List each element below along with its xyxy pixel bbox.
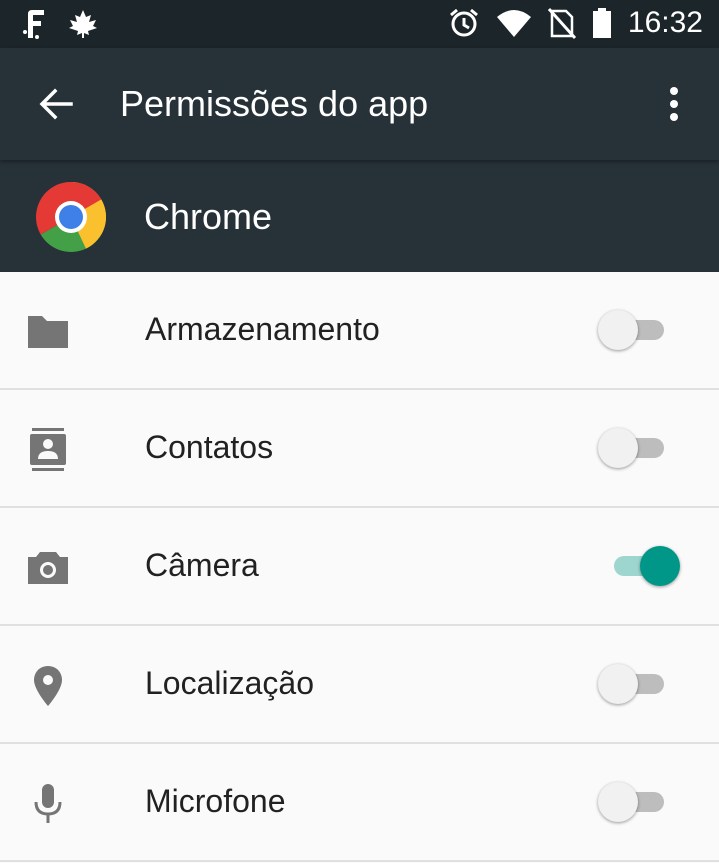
permission-label: Localização <box>145 665 314 701</box>
permission-toggle[interactable] <box>598 782 682 822</box>
system-icons: 16:32 <box>448 6 703 40</box>
toggle-thumb <box>598 782 638 822</box>
app-bar: Permissões do app <box>0 48 719 160</box>
alarm-icon <box>449 8 478 37</box>
permission-label: Câmera <box>145 547 259 583</box>
toggle-thumb <box>598 310 638 350</box>
maple-leaf-icon <box>69 10 97 38</box>
wifi-icon <box>496 10 531 37</box>
battery-icon <box>592 8 611 38</box>
page-title: Permissões do app <box>120 83 429 124</box>
permission-row-localizacao[interactable]: Localização <box>0 626 719 744</box>
permission-row-camera[interactable]: Câmera <box>0 508 719 626</box>
permission-label: Armazenamento <box>145 311 380 347</box>
permissions-list: Armazenamento Contatos Câmera Localizaçã… <box>0 272 719 862</box>
microphone-icon <box>34 784 62 823</box>
no-sim-icon <box>547 7 576 39</box>
permission-label: Microfone <box>145 783 286 819</box>
permission-toggle[interactable] <box>598 310 682 350</box>
permission-row-microfone[interactable]: Microfone <box>0 744 719 862</box>
status-bar: 16:32 <box>0 0 719 48</box>
chrome-logo <box>36 182 106 252</box>
app-header: Chrome <box>0 160 719 272</box>
permission-toggle[interactable] <box>598 664 682 704</box>
permission-label: Contatos <box>145 429 274 465</box>
permission-row-contatos[interactable]: Contatos <box>0 390 719 508</box>
permission-toggle[interactable] <box>598 546 682 586</box>
app-name: Chrome <box>144 196 273 237</box>
camera-icon <box>28 552 68 584</box>
toggle-thumb <box>598 428 638 468</box>
folder-icon <box>28 316 68 348</box>
permission-toggle[interactable] <box>598 428 682 468</box>
toggle-thumb <box>640 546 680 586</box>
f-app-icon <box>23 10 44 39</box>
more-vert-icon[interactable] <box>662 86 686 122</box>
permission-row-armazenamento[interactable]: Armazenamento <box>0 272 719 390</box>
toggle-thumb <box>598 664 638 704</box>
back-arrow-icon[interactable] <box>38 86 74 122</box>
clock: 16:32 <box>627 6 703 39</box>
contacts-icon <box>30 428 66 471</box>
notification-icons <box>22 8 98 40</box>
location-pin-icon <box>34 666 62 706</box>
